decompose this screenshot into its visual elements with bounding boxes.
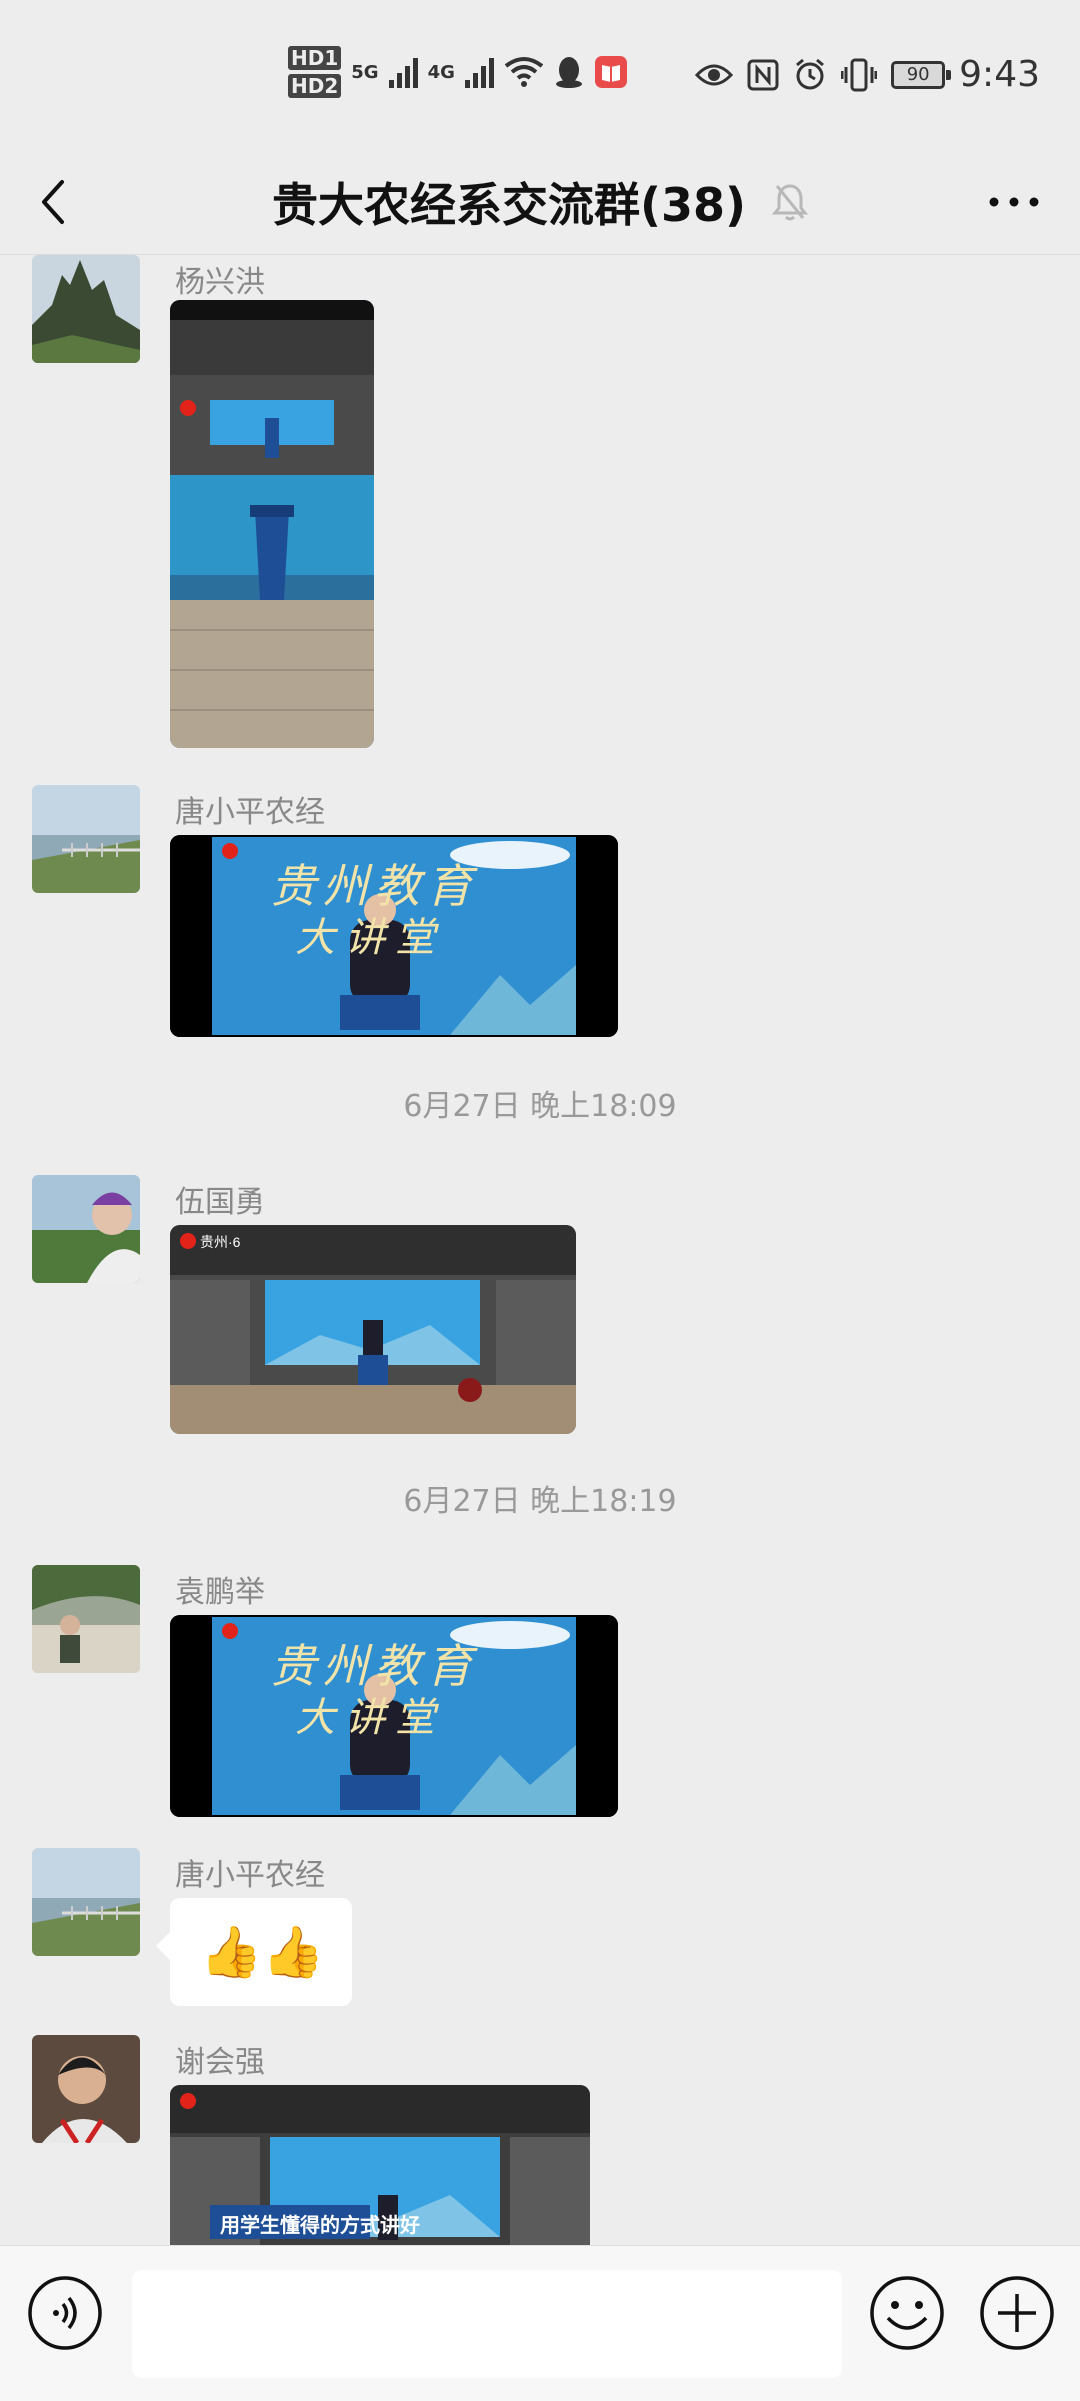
video-subtitle: 用学生懂得的方式讲好 (220, 2213, 420, 2237)
network-5g-label: 5G (351, 61, 379, 83)
status-right: 90 9:43 (695, 54, 1040, 95)
book-app-icon (594, 56, 627, 88)
voice-icon[interactable] (26, 2274, 104, 2352)
message-item: 唐小平农经 👍👍 (0, 1848, 1080, 2008)
chat-header: 贵大农经系交流群(38) (0, 150, 1080, 255)
signal-bars-2-icon (464, 56, 494, 88)
title-wrap: 贵大农经系交流群(38) (0, 150, 1080, 254)
input-bar (0, 2245, 1080, 2401)
avatar[interactable] (32, 1175, 140, 1283)
hd1-badge: HD1 (288, 46, 342, 70)
video-banner-line2: 大讲堂 (295, 915, 445, 961)
avatar[interactable] (32, 1565, 140, 1673)
video-thumbnail[interactable] (170, 300, 374, 748)
signal-bars-icon (388, 56, 418, 88)
network-4g-label: 4G (427, 61, 455, 83)
status-left: HD1 HD2 5G 4G (288, 46, 628, 98)
qq-icon (555, 57, 582, 88)
sender-name: 袁鹏举 (175, 1575, 265, 1610)
hd-indicators: HD1 HD2 (288, 46, 342, 98)
emoji-icon[interactable] (868, 2274, 946, 2352)
plus-icon[interactable] (978, 2274, 1056, 2352)
message-input[interactable] (132, 2270, 842, 2378)
nfc-icon (747, 59, 779, 90)
timestamp: 6月27日 晚上18:19 (403, 1484, 677, 1519)
status-bar: HD1 HD2 5G 4G 90 9:43 (0, 0, 1080, 150)
sender-name: 唐小平农经 (175, 795, 325, 830)
video-banner-line2: 大讲堂 (295, 1695, 445, 1741)
video-thumbnail[interactable]: 贵州教育 大讲堂 (170, 1615, 618, 1817)
timestamp: 6月27日 晚上18:09 (403, 1089, 677, 1124)
message-item: 唐小平农经 贵州教育 大讲堂 (0, 780, 1080, 1037)
bell-off-icon (772, 184, 809, 221)
wifi-icon (504, 57, 544, 87)
more-options-icon[interactable] (984, 182, 1044, 222)
video-thumbnail[interactable]: 贵州教育 大讲堂 (170, 835, 618, 1037)
avatar[interactable] (32, 785, 140, 893)
alarm-icon (796, 58, 825, 89)
avatar[interactable] (32, 1848, 140, 1956)
sender-name: 谢会强 (175, 2045, 265, 2080)
battery-icon: 90 (891, 60, 952, 89)
message-item: 伍国勇 贵州·6 (0, 1170, 1080, 1434)
video-thumbnail[interactable]: 用学生懂得的方式讲好 (170, 2085, 590, 2245)
hd2-badge: HD2 (288, 74, 342, 98)
avatar[interactable] (32, 255, 140, 363)
sender-name: 杨兴洪 (175, 265, 265, 300)
chat-title[interactable]: 贵大农经系交流群(38) (272, 169, 746, 235)
eye-icon (695, 64, 734, 85)
sender-name: 伍国勇 (175, 1185, 265, 1220)
message-text: 👍👍 (200, 1923, 325, 1981)
message-item: 袁鹏举 贵州教育 大讲堂 (0, 1565, 1080, 1817)
channel-label: 贵州·6 (200, 1234, 241, 1250)
message-bubble[interactable]: 👍👍 (156, 1898, 352, 2006)
message-item: 杨兴洪 (0, 255, 1080, 755)
chat-message-list[interactable]: 杨兴洪 唐小平农经 贵州教育 大讲堂 6月27日 晚上18:09 伍国勇 贵州·… (0, 255, 1080, 2245)
message-item: 谢会强 用学生懂得的方式讲好 (0, 2035, 1080, 2245)
video-thumbnail[interactable]: 贵州·6 (170, 1225, 576, 1434)
status-time: 9:43 (959, 54, 1040, 95)
avatar[interactable] (32, 2035, 140, 2143)
vibrate-icon (841, 58, 878, 91)
sender-name: 唐小平农经 (175, 1858, 325, 1893)
